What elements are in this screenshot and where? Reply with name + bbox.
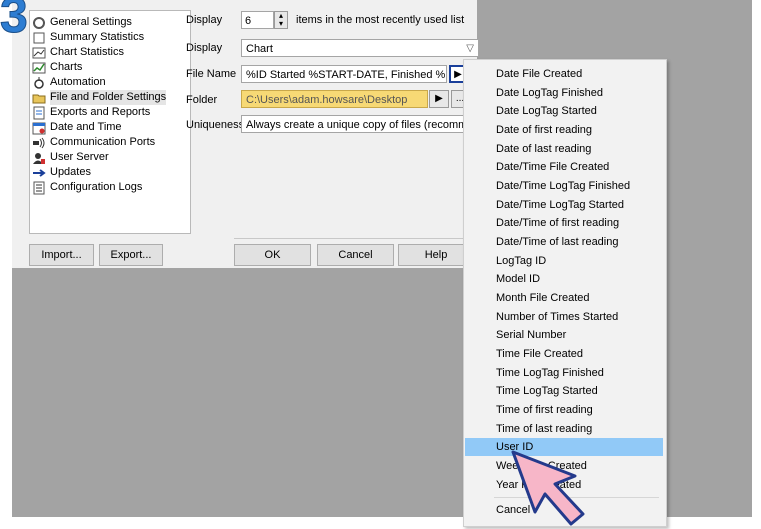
menu-item-date-logtag-started[interactable]: Date LogTag Started [465,102,663,120]
menu-item-date-file-created[interactable]: Date File Created [465,65,663,83]
log-icon [32,181,46,195]
menu-item-logtag-id[interactable]: LogTag ID [465,252,663,270]
play-arrow-icon: ▶ [454,69,462,80]
recent-items-suffix: items in the most recently used list [296,14,465,26]
recent-items-spinner[interactable]: ▴ ▾ [274,11,288,29]
automation-icon [32,76,46,90]
tree-item-communication-ports[interactable]: Communication Ports [32,135,155,150]
menu-item-model-id[interactable]: Model ID [465,270,663,288]
uniqueness-label: Uniqueness [186,119,245,131]
ports-icon [32,136,46,150]
pointer-arrow-icon [511,450,585,526]
uniqueness-value: Always create a unique copy of files (re… [246,119,479,131]
tree-item-configuration-logs[interactable]: Configuration Logs [32,180,142,195]
menu-item-time-of-first-reading[interactable]: Time of first reading [465,401,663,419]
play-arrow-icon: ▶ [435,93,443,104]
tree-item-general-settings[interactable]: General Settings [32,15,132,30]
recent-items-count-input[interactable]: 6 [241,11,274,29]
spin-down-icon: ▾ [278,19,283,28]
display-type-select[interactable]: Chart ▽ [241,39,479,57]
user-server-icon [32,151,46,165]
menu-item-serial-number[interactable]: Serial Number [465,326,663,344]
tree-item-summary-statistics[interactable]: Summary Statistics [32,30,144,45]
step-badge: 3 [0,0,28,43]
menu-item-time-logtag-started[interactable]: Time LogTag Started [465,382,663,400]
file-name-input[interactable]: %ID Started %START-DATE, Finished %FINIS… [241,65,447,83]
menu-item-datetime-of-last-reading[interactable]: Date/Time of last reading [465,233,663,251]
tree-item-user-server[interactable]: User Server [32,150,109,165]
menu-item-time-of-last-reading[interactable]: Time of last reading [465,420,663,438]
menu-item-number-of-times-started[interactable]: Number of Times Started [465,308,663,326]
menu-item-datetime-logtag-finished[interactable]: Date/Time LogTag Finished [465,177,663,195]
folder-input[interactable]: C:\Users\adam.howsare\Desktop [241,90,428,108]
display-type-value: Chart [246,43,273,55]
display-type-label: Display [186,42,223,54]
calendar-icon [32,121,46,135]
menu-item-time-logtag-finished[interactable]: Time LogTag Finished [465,364,663,382]
menu-item-date-of-first-reading[interactable]: Date of first reading [465,121,663,139]
folder-insert-button[interactable]: ▶ [429,90,449,108]
tree-item-automation[interactable]: Automation [32,75,106,90]
file-name-label: File Name [186,68,237,80]
settings-tree[interactable]: General Settings Summary Statistics Char… [29,10,191,234]
uniqueness-select[interactable]: Always create a unique copy of files (re… [241,115,479,133]
tree-item-chart-statistics[interactable]: Chart Statistics [32,45,124,60]
arrow-right-icon [32,166,46,180]
options-dialog: General Settings Summary Statistics Char… [12,0,479,268]
exports-icon [32,106,46,120]
menu-item-datetime-logtag-started[interactable]: Date/Time LogTag Started [465,196,663,214]
menu-item-datetime-file-created[interactable]: Date/Time File Created [465,158,663,176]
export-button[interactable]: Export... [99,244,163,266]
menu-item-date-of-last-reading[interactable]: Date of last reading [465,140,663,158]
menu-item-date-logtag-finished[interactable]: Date LogTag Finished [465,84,663,102]
tree-item-updates[interactable]: Updates [32,165,91,180]
menu-item-time-file-created[interactable]: Time File Created [465,345,663,363]
tree-item-file-and-folder-settings[interactable]: File and Folder Settings [32,90,167,105]
import-button[interactable]: Import... [29,244,94,266]
menu-item-datetime-of-first-reading[interactable]: Date/Time of first reading [465,214,663,232]
charts-icon [32,61,46,75]
chart-statistics-icon [32,46,46,60]
folder-label: Folder [186,94,218,106]
cancel-button[interactable]: Cancel [317,244,394,266]
tree-item-date-and-time[interactable]: Date and Time [32,120,122,135]
settings-icon [32,16,46,30]
ok-button[interactable]: OK [234,244,311,266]
tree-item-charts[interactable]: Charts [32,60,82,75]
tree-item-exports-and-reports[interactable]: Exports and Reports [32,105,150,120]
folder-icon [32,91,46,105]
chevron-down-icon: ▽ [466,43,474,54]
menu-item-month-file-created[interactable]: Month File Created [465,289,663,307]
summary-icon [32,31,46,45]
display-count-label: Display [186,14,223,26]
button-separator [234,238,476,239]
